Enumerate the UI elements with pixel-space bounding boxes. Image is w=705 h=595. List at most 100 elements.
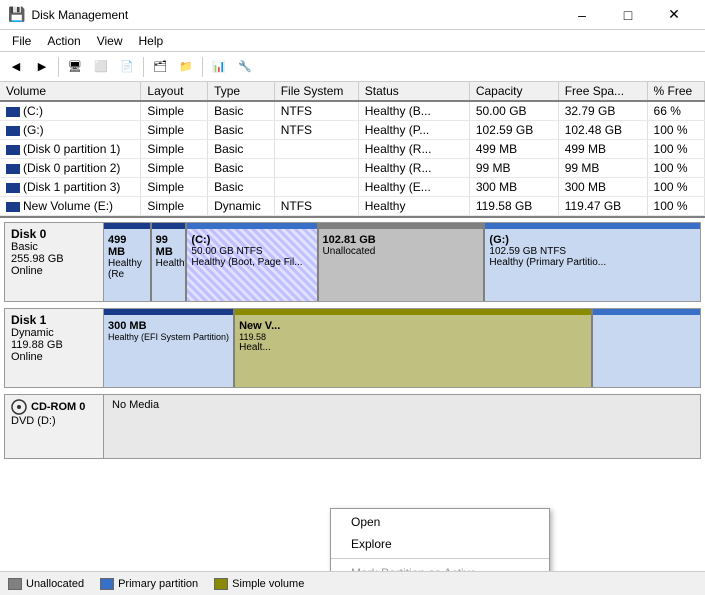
cell-volume: (G:) (0, 121, 141, 140)
disk-1-name: Disk 1 (11, 313, 97, 327)
window-title: Disk Management (31, 8, 559, 22)
legend-primary: Primary partition (100, 578, 198, 590)
menu-help[interactable]: Help (131, 32, 172, 50)
legend-primary-icon (100, 578, 114, 590)
table-row[interactable]: (G:) Simple Basic NTFS Healthy (P... 102… (0, 121, 705, 140)
toolbar-btn-2[interactable]: ⬜ (89, 55, 113, 79)
cell-free: 102.48 GB (558, 121, 647, 140)
menu-action[interactable]: Action (39, 32, 88, 50)
cell-fs: NTFS (274, 101, 358, 121)
close-button[interactable]: ✕ (651, 0, 697, 30)
ctx-separator-2 (331, 558, 549, 559)
toolbar: ◀ ▶ 🖥 ⬜ 📄 🗂 📁 📊 🔧 (0, 52, 705, 82)
volume-table: Volume Layout Type File System Status Ca… (0, 82, 705, 216)
cell-capacity: 99 MB (469, 159, 558, 178)
col-header-fs[interactable]: File System (274, 82, 358, 101)
cdrom-content: No Media (104, 394, 701, 459)
ctx-open[interactable]: Open (331, 511, 549, 533)
cell-layout: Simple (141, 197, 208, 216)
cell-pct: 100 % (647, 197, 704, 216)
cell-layout: Simple (141, 178, 208, 197)
col-header-type[interactable]: Type (208, 82, 275, 101)
disk-1-type: Dynamic (11, 327, 97, 339)
cell-free: 499 MB (558, 140, 647, 159)
disk-0-partition-3[interactable]: 102.81 GBUnallocated (319, 223, 486, 301)
table-row[interactable]: (Disk 0 partition 1) Simple Basic Health… (0, 140, 705, 159)
cdrom-name: CD-ROM 0 (31, 401, 85, 413)
disk-row-0: Disk 0 Basic 255.98 GB Online499 MBHealt… (4, 222, 701, 302)
toolbar-btn-7[interactable]: 🔧 (233, 55, 257, 79)
cell-status: Healthy (R... (358, 159, 469, 178)
toolbar-btn-3[interactable]: 📄 (115, 55, 139, 79)
minimize-button[interactable]: – (559, 0, 605, 30)
disk-1-partition-2[interactable] (593, 309, 700, 387)
disk-0-partition-4[interactable]: (G:)102.59 GB NTFSHealthy (Primary Parti… (485, 223, 700, 301)
ctx-explore[interactable]: Explore (331, 533, 549, 555)
cell-type: Basic (208, 178, 275, 197)
disk-1-partition-1[interactable]: New V...119.58Healt... (235, 309, 593, 387)
menu-bar: File Action View Help (0, 30, 705, 52)
disk-1-partition-0[interactable]: 300 MBHealthy (EFI System Partition) (104, 309, 235, 387)
cell-pct: 100 % (647, 140, 704, 159)
toolbar-back[interactable]: ◀ (4, 55, 28, 79)
cell-pct: 66 % (647, 101, 704, 121)
maximize-button[interactable]: □ (605, 0, 651, 30)
table-row[interactable]: (Disk 0 partition 2) Simple Basic Health… (0, 159, 705, 178)
cell-free: 300 MB (558, 178, 647, 197)
cell-fs (274, 178, 358, 197)
toolbar-btn-5[interactable]: 📁 (174, 55, 198, 79)
cell-fs: NTFS (274, 121, 358, 140)
cell-type: Dynamic (208, 197, 275, 216)
table-row[interactable]: New Volume (E:) Simple Dynamic NTFS Heal… (0, 197, 705, 216)
cell-status: Healthy (B... (358, 101, 469, 121)
cell-layout: Simple (141, 140, 208, 159)
disk-row-1: Disk 1 Dynamic 119.88 GB Online 300 MBHea… (4, 308, 701, 388)
window-controls: – □ ✕ (559, 0, 697, 30)
col-header-layout[interactable]: Layout (141, 82, 208, 101)
cdrom-label: CD-ROM 0 DVD (D:) (4, 394, 104, 459)
cell-capacity: 300 MB (469, 178, 558, 197)
cdrom-status: No Media (112, 399, 159, 411)
legend-unallocated: Unallocated (8, 578, 84, 590)
disk-0-type: Basic (11, 241, 97, 253)
col-header-pct[interactable]: % Free (647, 82, 704, 101)
legend-simple-icon (214, 578, 228, 590)
cell-fs (274, 159, 358, 178)
legend-unallocated-icon (8, 578, 22, 590)
table-row[interactable]: (C:) Simple Basic NTFS Healthy (B... 50.… (0, 101, 705, 121)
table-row[interactable]: (Disk 1 partition 3) Simple Basic Health… (0, 178, 705, 197)
toolbar-btn-4[interactable]: 🗂 (148, 55, 172, 79)
disk-0-partition-1[interactable]: 99 MBHealthy (152, 223, 188, 301)
disk-section: Disk 0 Basic 255.98 GB Online499 MBHealt… (0, 218, 705, 571)
disk-0-status: Online (11, 265, 97, 277)
context-menu: OpenExploreMark Partition as ActiveChang… (330, 508, 550, 571)
cell-free: 32.79 GB (558, 101, 647, 121)
col-header-volume[interactable]: Volume (0, 82, 141, 101)
main-container: Volume Layout Type File System Status Ca… (0, 82, 705, 595)
cell-volume: (C:) (0, 101, 141, 121)
menu-file[interactable]: File (4, 32, 39, 50)
col-header-free[interactable]: Free Spa... (558, 82, 647, 101)
toolbar-btn-1[interactable]: 🖥 (63, 55, 87, 79)
ctx-mark-active: Mark Partition as Active (331, 562, 549, 571)
toolbar-btn-6[interactable]: 📊 (207, 55, 231, 79)
cell-pct: 100 % (647, 159, 704, 178)
cell-pct: 100 % (647, 121, 704, 140)
cell-volume: (Disk 1 partition 3) (0, 178, 141, 197)
cell-type: Basic (208, 101, 275, 121)
disk-0-partition-0[interactable]: 499 MBHealthy (Re (104, 223, 152, 301)
disk-0-partition-2[interactable]: (C:)50.00 GB NTFSHealthy (Boot, Page Fil… (187, 223, 318, 301)
disk-1-size: 119.88 GB (11, 339, 97, 351)
col-header-capacity[interactable]: Capacity (469, 82, 558, 101)
disk-1-status: Online (11, 351, 97, 363)
cell-capacity: 119.58 GB (469, 197, 558, 216)
cell-type: Basic (208, 121, 275, 140)
cell-type: Basic (208, 140, 275, 159)
cell-status: Healthy (358, 197, 469, 216)
col-header-status[interactable]: Status (358, 82, 469, 101)
menu-view[interactable]: View (89, 32, 131, 50)
toolbar-forward[interactable]: ▶ (30, 55, 54, 79)
cell-layout: Simple (141, 121, 208, 140)
cell-status: Healthy (E... (358, 178, 469, 197)
cell-pct: 100 % (647, 178, 704, 197)
